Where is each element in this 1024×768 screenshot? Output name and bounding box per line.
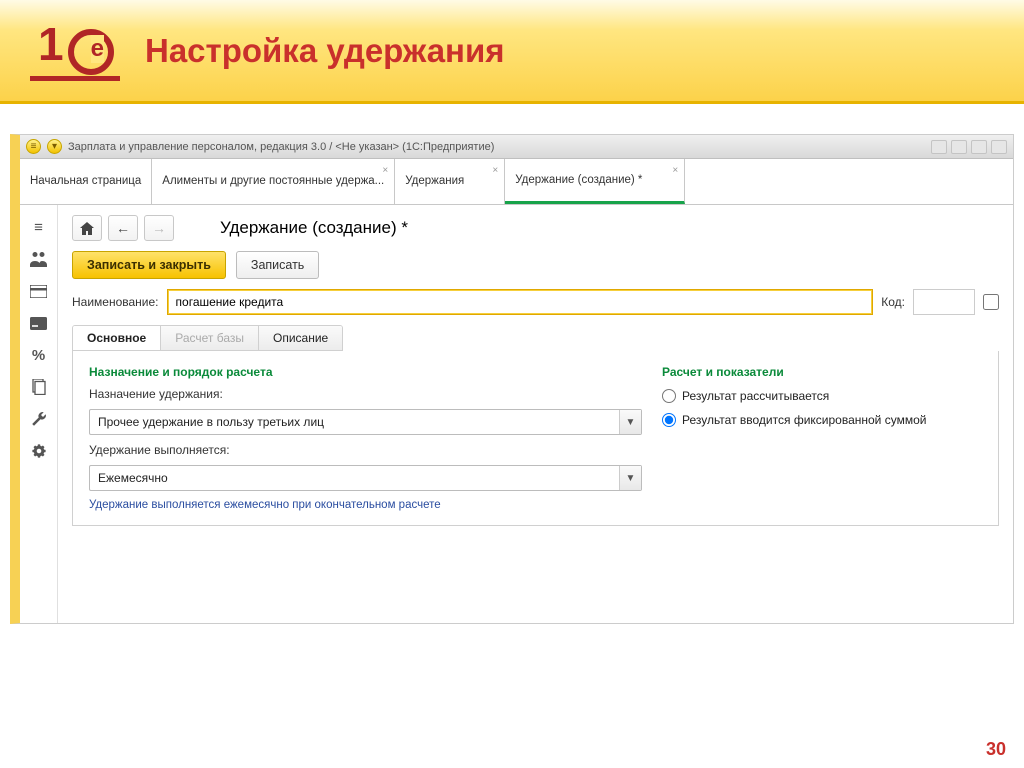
- panel-left: Назначение и порядок расчета Назначение …: [89, 365, 642, 511]
- subtab-base[interactable]: Расчет базы: [161, 326, 259, 350]
- flag-checkbox[interactable]: [983, 294, 999, 310]
- home-button[interactable]: [72, 215, 102, 241]
- gear-icon[interactable]: [30, 443, 48, 459]
- frequency-label: Удержание выполняется:: [89, 443, 642, 457]
- radio-calculated[interactable]: Результат рассчитывается: [662, 389, 982, 403]
- action-row: Записать и закрыть Записать: [72, 251, 999, 279]
- tab-label: Начальная страница: [30, 174, 141, 188]
- subtab-main[interactable]: Основное: [73, 326, 161, 350]
- titlebar-tool-4-icon[interactable]: [991, 140, 1007, 154]
- subtab-description[interactable]: Описание: [259, 326, 342, 350]
- radio-calculated-label: Результат рассчитывается: [682, 389, 829, 403]
- documents-icon[interactable]: [30, 379, 48, 395]
- slide-header: 1 e Настройка удержания: [0, 0, 1024, 104]
- name-input[interactable]: [167, 289, 874, 315]
- menu-icon[interactable]: ≡: [30, 219, 48, 235]
- purpose-label: Назначение удержания:: [89, 387, 642, 401]
- chevron-down-icon: ▼: [619, 410, 641, 434]
- document-tabs: Начальная страница Алименты и другие пос…: [20, 159, 1013, 205]
- close-icon[interactable]: ×: [672, 165, 678, 176]
- main-panel: Назначение и порядок расчета Назначение …: [72, 351, 999, 526]
- back-button[interactable]: ←: [108, 215, 138, 241]
- frequency-hint: Удержание выполняется ежемесячно при око…: [89, 499, 642, 511]
- app-titlebar: ≡ ▾ Зарплата и управление персоналом, ре…: [20, 135, 1013, 159]
- page-number: 30: [986, 739, 1006, 760]
- section-calc-title: Расчет и показатели: [662, 365, 982, 379]
- close-icon[interactable]: ×: [492, 165, 498, 176]
- name-row: Наименование: Код:: [72, 289, 999, 315]
- titlebar-dropdown-icon[interactable]: ▾: [47, 139, 62, 154]
- tab-deduction-create[interactable]: Удержание (создание) * ×: [505, 159, 685, 204]
- radio-fixed-label: Результат вводится фиксированной суммой: [682, 413, 926, 427]
- nav-toolbar: ← → Удержание (создание) *: [72, 215, 999, 241]
- app-window: ≡ ▾ Зарплата и управление персоналом, ре…: [10, 134, 1014, 624]
- name-label: Наименование:: [72, 295, 159, 309]
- panel-right: Расчет и показатели Результат рассчитыва…: [662, 365, 982, 511]
- titlebar-menu-icon[interactable]: ≡: [26, 139, 41, 154]
- payment-icon[interactable]: [30, 315, 48, 331]
- frequency-value: Ежемесячно: [90, 471, 619, 485]
- titlebar-tool-3-icon[interactable]: [971, 140, 987, 154]
- people-icon[interactable]: [30, 251, 48, 267]
- purpose-value: Прочее удержание в пользу третьих лиц: [90, 415, 619, 429]
- save-and-close-button[interactable]: Записать и закрыть: [72, 251, 226, 279]
- wrench-icon[interactable]: [30, 411, 48, 427]
- forward-button[interactable]: →: [144, 215, 174, 241]
- form-title: Удержание (создание) *: [220, 218, 408, 238]
- radio-fixed[interactable]: Результат вводится фиксированной суммой: [662, 413, 982, 427]
- tab-label: Удержания: [405, 174, 464, 188]
- tab-home[interactable]: Начальная страница: [20, 159, 152, 204]
- tab-label: Алименты и другие постоянные удержа...: [162, 174, 384, 188]
- save-button[interactable]: Записать: [236, 251, 319, 279]
- card-icon[interactable]: [30, 283, 48, 299]
- slide-title: Настройка удержания: [145, 32, 505, 70]
- radio-calculated-input[interactable]: [662, 389, 676, 403]
- chevron-down-icon: ▼: [619, 466, 641, 490]
- frequency-select[interactable]: Ежемесячно ▼: [89, 465, 642, 491]
- section-purpose-title: Назначение и порядок расчета: [89, 365, 642, 379]
- titlebar-tool-2-icon[interactable]: [951, 140, 967, 154]
- tab-alimony[interactable]: Алименты и другие постоянные удержа... ×: [152, 159, 395, 204]
- app-title: Зарплата и управление персоналом, редакц…: [68, 141, 494, 153]
- close-icon[interactable]: ×: [382, 165, 388, 176]
- percent-icon[interactable]: %: [30, 347, 48, 363]
- tab-label: Удержание (создание) *: [515, 173, 642, 187]
- form-content: ← → Удержание (создание) * Записать и за…: [58, 205, 1013, 623]
- nav-sidebar: ≡ %: [20, 205, 58, 623]
- titlebar-tool-1-icon[interactable]: [931, 140, 947, 154]
- radio-fixed-input[interactable]: [662, 413, 676, 427]
- code-input[interactable]: [913, 289, 975, 315]
- logo-1c: 1 e: [30, 21, 120, 81]
- purpose-select[interactable]: Прочее удержание в пользу третьих лиц ▼: [89, 409, 642, 435]
- sub-tabs: Основное Расчет базы Описание: [72, 325, 343, 351]
- code-label: Код:: [881, 295, 905, 309]
- tab-deductions[interactable]: Удержания ×: [395, 159, 505, 204]
